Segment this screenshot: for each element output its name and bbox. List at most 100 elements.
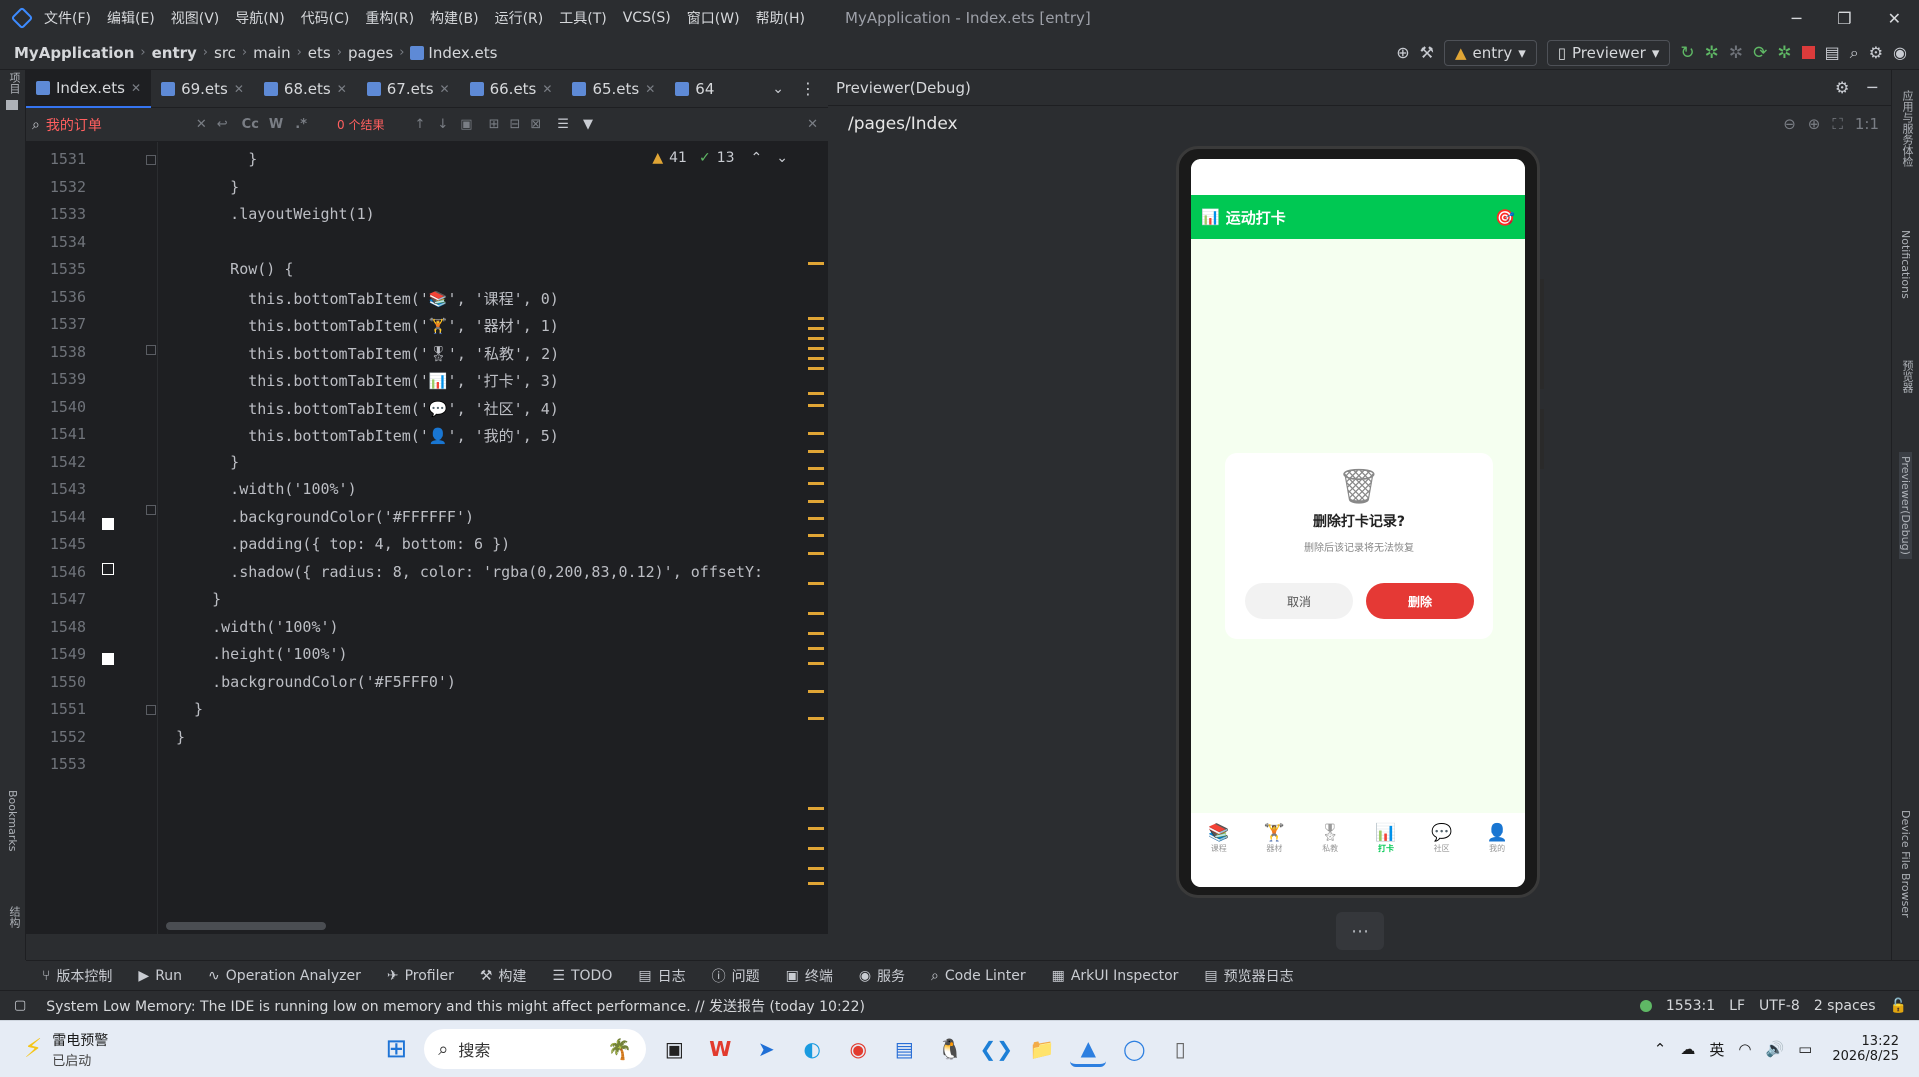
whole-words-icon[interactable]: W — [269, 117, 283, 132]
warning-marker[interactable] — [808, 467, 824, 470]
wifi-icon[interactable]: ◠ — [1738, 1040, 1751, 1058]
start-windows-icon[interactable]: ⊞ — [378, 1031, 414, 1067]
search-input[interactable]: 我的订单 — [46, 115, 196, 135]
previewer-debug-tool-button[interactable]: Previewer(Debug) — [1899, 452, 1912, 559]
hammer-icon[interactable]: ⚒ — [1420, 43, 1434, 62]
search-icon[interactable]: ⌕ — [1850, 43, 1859, 63]
warning-marker[interactable] — [808, 337, 824, 340]
app-health-tool-button[interactable]: 应用与服务体检 — [1899, 90, 1915, 167]
warning-marker[interactable] — [808, 367, 824, 370]
warning-marker[interactable] — [808, 392, 824, 395]
close-icon[interactable]: ✕ — [1888, 9, 1901, 28]
next-occurrence-icon[interactable]: ↓ — [437, 117, 448, 132]
color-swatch-light-green[interactable] — [102, 653, 114, 665]
project-tool-button[interactable]: 项目 — [6, 72, 22, 94]
restore-icon[interactable]: ❐ — [1837, 9, 1851, 28]
warning-marker[interactable] — [808, 327, 824, 330]
prev-occurrence-icon[interactable]: ↑ — [414, 117, 425, 132]
inspection-widget[interactable]: ▲ 41 ✓ 13 ⌃ ⌄ — [652, 150, 788, 166]
tool-version-control[interactable]: ⑂ 版本控制 — [42, 966, 112, 986]
breadcrumb-project[interactable]: MyApplication — [14, 44, 134, 62]
tool-run[interactable]: ▶ Run — [138, 968, 182, 984]
menu-navigate[interactable]: 导航(N) — [235, 8, 284, 28]
close-tab-icon[interactable]: ✕ — [440, 82, 450, 96]
chevron-up-icon[interactable]: ⌃ — [751, 150, 763, 166]
tab-65-ets[interactable]: 65.ets ✕ — [562, 70, 665, 108]
warning-marker[interactable] — [808, 582, 824, 585]
fold-marker-icon[interactable] — [146, 705, 156, 715]
tab-68-ets[interactable]: 68.ets ✕ — [254, 70, 357, 108]
tab-69-ets[interactable]: 69.ets ✕ — [151, 70, 254, 108]
menu-tools[interactable]: 工具(T) — [559, 8, 606, 28]
device-file-browser-tool-button[interactable]: Device File Browser — [1899, 810, 1912, 918]
taskbar-search[interactable]: ⌕ 搜索 🌴 — [424, 1029, 647, 1069]
rerun-icon[interactable]: ↻ — [1680, 43, 1694, 63]
settings-gear-icon[interactable]: ⚙ — [1835, 78, 1849, 97]
more-options-icon[interactable]: ⋮ — [800, 79, 816, 98]
menu-run[interactable]: 运行(R) — [495, 8, 544, 28]
close-tab-icon[interactable]: ✕ — [234, 82, 244, 96]
tool-build[interactable]: ⚒ 构建 — [480, 966, 527, 986]
menu-window[interactable]: 窗口(W) — [687, 8, 740, 28]
horizontal-scrollbar[interactable] — [166, 922, 326, 930]
menu-build[interactable]: 构建(B) — [430, 8, 479, 28]
warning-marker[interactable] — [808, 612, 824, 615]
apply-changes-icon[interactable]: ⟳ — [1753, 43, 1767, 63]
warning-marker[interactable] — [808, 882, 824, 885]
target-icon[interactable]: ⊕ — [1396, 43, 1409, 62]
delete-button[interactable]: 删除 — [1366, 583, 1474, 619]
hide-panel-icon[interactable]: ─ — [1867, 78, 1877, 97]
device-selector[interactable]: ▯ Previewer ▾ — [1546, 39, 1671, 66]
warning-marker[interactable] — [808, 632, 824, 635]
cloud-sync-icon[interactable]: ☁ — [1680, 1040, 1695, 1058]
close-tab-icon[interactable]: ✕ — [131, 81, 141, 95]
color-swatch-white[interactable] — [102, 518, 114, 530]
tab-index-ets[interactable]: Index.ets ✕ — [26, 69, 152, 108]
tool-services[interactable]: ◉ 服务 — [859, 966, 905, 986]
warning-marker[interactable] — [808, 662, 824, 665]
warning-marker[interactable] — [808, 500, 824, 503]
tool-log[interactable]: ▤ 日志 — [638, 966, 685, 986]
warning-marker[interactable] — [808, 552, 824, 555]
project-structure-icon[interactable]: ▤ — [1825, 43, 1840, 62]
battery-icon[interactable]: ▭ — [1798, 1040, 1812, 1058]
warning-marker[interactable] — [808, 807, 824, 810]
warning-marker[interactable] — [808, 690, 824, 693]
remove-selection-icon[interactable]: ⊟ — [509, 117, 520, 132]
tool-todo[interactable]: ☰ TODO — [552, 968, 612, 984]
lock-icon[interactable]: 🔓 — [1890, 998, 1907, 1014]
input-method-indicator[interactable]: 英 — [1709, 1039, 1724, 1060]
menu-vcs[interactable]: VCS(S) — [623, 10, 671, 26]
module-selector[interactable]: ▲ entry ▾ — [1444, 39, 1537, 66]
close-tab-icon[interactable]: ✕ — [645, 82, 655, 96]
bookmarks-tool-button[interactable]: Bookmarks — [6, 790, 19, 851]
select-all-occurrences-icon[interactable]: ▣ — [460, 117, 472, 132]
structure-tool-button[interactable]: 结构 — [6, 906, 22, 928]
close-find-icon[interactable]: ✕ — [807, 117, 818, 132]
bottom-tab-equipment[interactable]: 🏋 器材 — [1264, 823, 1285, 854]
bottom-tab-courses[interactable]: 📚 课程 — [1208, 823, 1229, 854]
pdf-app-icon[interactable]: ◉ — [840, 1031, 876, 1067]
warning-marker[interactable] — [808, 534, 824, 537]
warning-marker[interactable] — [808, 404, 824, 407]
file-explorer-icon[interactable]: 📁 — [1024, 1031, 1060, 1067]
warning-marker[interactable] — [808, 347, 824, 350]
match-case-icon[interactable]: Cc — [242, 117, 259, 132]
select-all-matches-icon[interactable]: ⊠ — [530, 117, 541, 132]
feishu-icon[interactable]: ➤ — [748, 1031, 784, 1067]
preview-more-button[interactable]: ⋯ — [1336, 912, 1384, 950]
settings-gear-icon[interactable]: ⚙ — [1869, 43, 1883, 62]
filter-icon[interactable]: ▼ — [583, 117, 593, 132]
tab-66-ets[interactable]: 66.ets ✕ — [460, 70, 563, 108]
warning-marker[interactable] — [808, 827, 824, 830]
fold-marker-icon[interactable] — [146, 155, 156, 165]
tab-list-chevron-icon[interactable]: ⌄ — [772, 81, 784, 97]
tool-previewer-log[interactable]: ▤ 预览器日志 — [1204, 966, 1293, 986]
close-tab-icon[interactable]: ✕ — [542, 82, 552, 96]
caret-position[interactable]: 1553:1 — [1666, 998, 1715, 1014]
code-area[interactable]: } } .layoutWeight(1) Row() { this.bottom… — [176, 142, 808, 934]
cancel-button[interactable]: 取消 — [1245, 583, 1353, 619]
notepad-icon[interactable]: ▤ — [886, 1031, 922, 1067]
chevron-down-icon[interactable]: ⌄ — [776, 150, 788, 166]
menu-help[interactable]: 帮助(H) — [756, 8, 805, 28]
